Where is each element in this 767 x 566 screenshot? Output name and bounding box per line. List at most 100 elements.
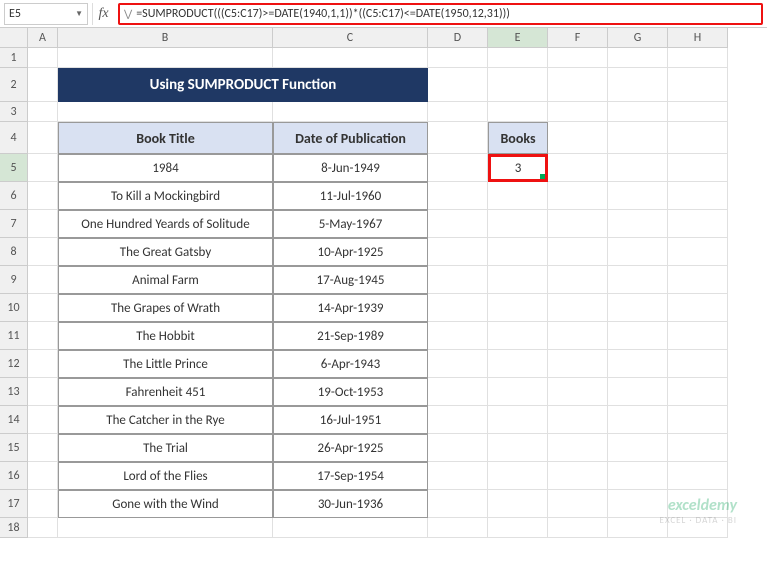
cell[interactable] bbox=[28, 378, 58, 406]
cell[interactable] bbox=[428, 68, 488, 102]
col-header-C[interactable]: C bbox=[273, 28, 428, 48]
cell[interactable] bbox=[28, 102, 58, 122]
cell[interactable] bbox=[488, 322, 548, 350]
cell[interactable] bbox=[608, 238, 668, 266]
cell[interactable] bbox=[58, 518, 273, 538]
table-row[interactable]: Lord of the Flies bbox=[58, 462, 273, 490]
cell[interactable] bbox=[548, 378, 608, 406]
cell[interactable] bbox=[668, 122, 728, 154]
cell[interactable] bbox=[668, 182, 728, 210]
col-header-H[interactable]: H bbox=[668, 28, 728, 48]
row-header[interactable]: 15 bbox=[0, 434, 28, 462]
row-header[interactable]: 10 bbox=[0, 294, 28, 322]
col-header-E[interactable]: E bbox=[488, 28, 548, 48]
table-header-book[interactable]: Book Title bbox=[58, 122, 273, 154]
cell[interactable] bbox=[58, 102, 273, 122]
cell[interactable] bbox=[608, 462, 668, 490]
row-header[interactable]: 7 bbox=[0, 210, 28, 238]
cell[interactable] bbox=[608, 68, 668, 102]
row-header[interactable]: 13 bbox=[0, 378, 28, 406]
cell[interactable] bbox=[428, 434, 488, 462]
cell[interactable] bbox=[28, 154, 58, 182]
row-header[interactable]: 11 bbox=[0, 322, 28, 350]
cell[interactable] bbox=[668, 68, 728, 102]
cell[interactable] bbox=[608, 406, 668, 434]
table-row[interactable]: 30-Jun-1936 bbox=[273, 490, 428, 518]
col-header-B[interactable]: B bbox=[58, 28, 273, 48]
formula-bar[interactable]: ⋁ =SUMPRODUCT(((C5:C17)>=DATE(1940,1,1))… bbox=[118, 3, 763, 25]
fx-icon[interactable]: fx bbox=[92, 3, 114, 25]
table-row[interactable]: 8-Jun-1949 bbox=[273, 154, 428, 182]
cell[interactable] bbox=[548, 322, 608, 350]
cell[interactable] bbox=[488, 434, 548, 462]
table-row[interactable]: Fahrenheit 451 bbox=[58, 378, 273, 406]
row-header[interactable]: 17 bbox=[0, 490, 28, 518]
cell[interactable] bbox=[428, 490, 488, 518]
cell[interactable] bbox=[668, 238, 728, 266]
cell[interactable] bbox=[28, 490, 58, 518]
cell[interactable] bbox=[548, 462, 608, 490]
cell[interactable] bbox=[428, 122, 488, 154]
table-row[interactable]: One Hundred Yeards of Solitude bbox=[58, 210, 273, 238]
cell[interactable] bbox=[28, 434, 58, 462]
cell[interactable] bbox=[548, 518, 608, 538]
cell[interactable] bbox=[488, 48, 548, 68]
cell[interactable] bbox=[28, 48, 58, 68]
cell[interactable] bbox=[608, 210, 668, 238]
select-all-corner[interactable] bbox=[0, 28, 28, 48]
cell[interactable] bbox=[548, 154, 608, 182]
table-row[interactable]: 21-Sep-1989 bbox=[273, 322, 428, 350]
cell[interactable] bbox=[488, 294, 548, 322]
cell[interactable] bbox=[668, 322, 728, 350]
cell[interactable] bbox=[548, 294, 608, 322]
col-header-A[interactable]: A bbox=[28, 28, 58, 48]
cell[interactable] bbox=[668, 266, 728, 294]
cell[interactable] bbox=[428, 210, 488, 238]
cell[interactable] bbox=[608, 48, 668, 68]
col-header-G[interactable]: G bbox=[608, 28, 668, 48]
cell[interactable] bbox=[428, 462, 488, 490]
cell[interactable] bbox=[428, 322, 488, 350]
table-row[interactable]: The Grapes of Wrath bbox=[58, 294, 273, 322]
cell[interactable] bbox=[608, 102, 668, 122]
cell[interactable] bbox=[28, 68, 58, 102]
cell[interactable] bbox=[608, 378, 668, 406]
row-header[interactable]: 12 bbox=[0, 350, 28, 378]
cell[interactable] bbox=[28, 350, 58, 378]
cell[interactable] bbox=[488, 102, 548, 122]
cell[interactable] bbox=[428, 266, 488, 294]
cell[interactable] bbox=[488, 238, 548, 266]
cell[interactable] bbox=[488, 266, 548, 294]
cell[interactable] bbox=[668, 434, 728, 462]
cell[interactable] bbox=[668, 154, 728, 182]
cell[interactable] bbox=[608, 322, 668, 350]
table-row[interactable]: 5-May-1967 bbox=[273, 210, 428, 238]
result-header[interactable]: Books bbox=[488, 122, 548, 154]
cell[interactable] bbox=[488, 490, 548, 518]
cell[interactable] bbox=[488, 406, 548, 434]
cell[interactable] bbox=[608, 122, 668, 154]
cell[interactable] bbox=[28, 294, 58, 322]
cell[interactable] bbox=[428, 182, 488, 210]
cell[interactable] bbox=[428, 350, 488, 378]
table-row[interactable]: The Hobbit bbox=[58, 322, 273, 350]
table-header-date[interactable]: Date of Publication bbox=[273, 122, 428, 154]
table-row[interactable]: To Kill a Mockingbird bbox=[58, 182, 273, 210]
cell[interactable] bbox=[548, 182, 608, 210]
cell[interactable] bbox=[28, 182, 58, 210]
cell[interactable] bbox=[668, 350, 728, 378]
cell[interactable] bbox=[668, 462, 728, 490]
table-row[interactable]: 10-Apr-1925 bbox=[273, 238, 428, 266]
cell[interactable] bbox=[668, 102, 728, 122]
cell[interactable] bbox=[428, 378, 488, 406]
table-row[interactable]: 1984 bbox=[58, 154, 273, 182]
row-header[interactable]: 8 bbox=[0, 238, 28, 266]
cell[interactable] bbox=[428, 294, 488, 322]
cell[interactable] bbox=[488, 378, 548, 406]
cell[interactable] bbox=[548, 122, 608, 154]
cell[interactable] bbox=[273, 102, 428, 122]
row-header[interactable]: 2 bbox=[0, 68, 28, 102]
cell[interactable] bbox=[668, 48, 728, 68]
cell[interactable] bbox=[488, 350, 548, 378]
cell[interactable] bbox=[28, 122, 58, 154]
